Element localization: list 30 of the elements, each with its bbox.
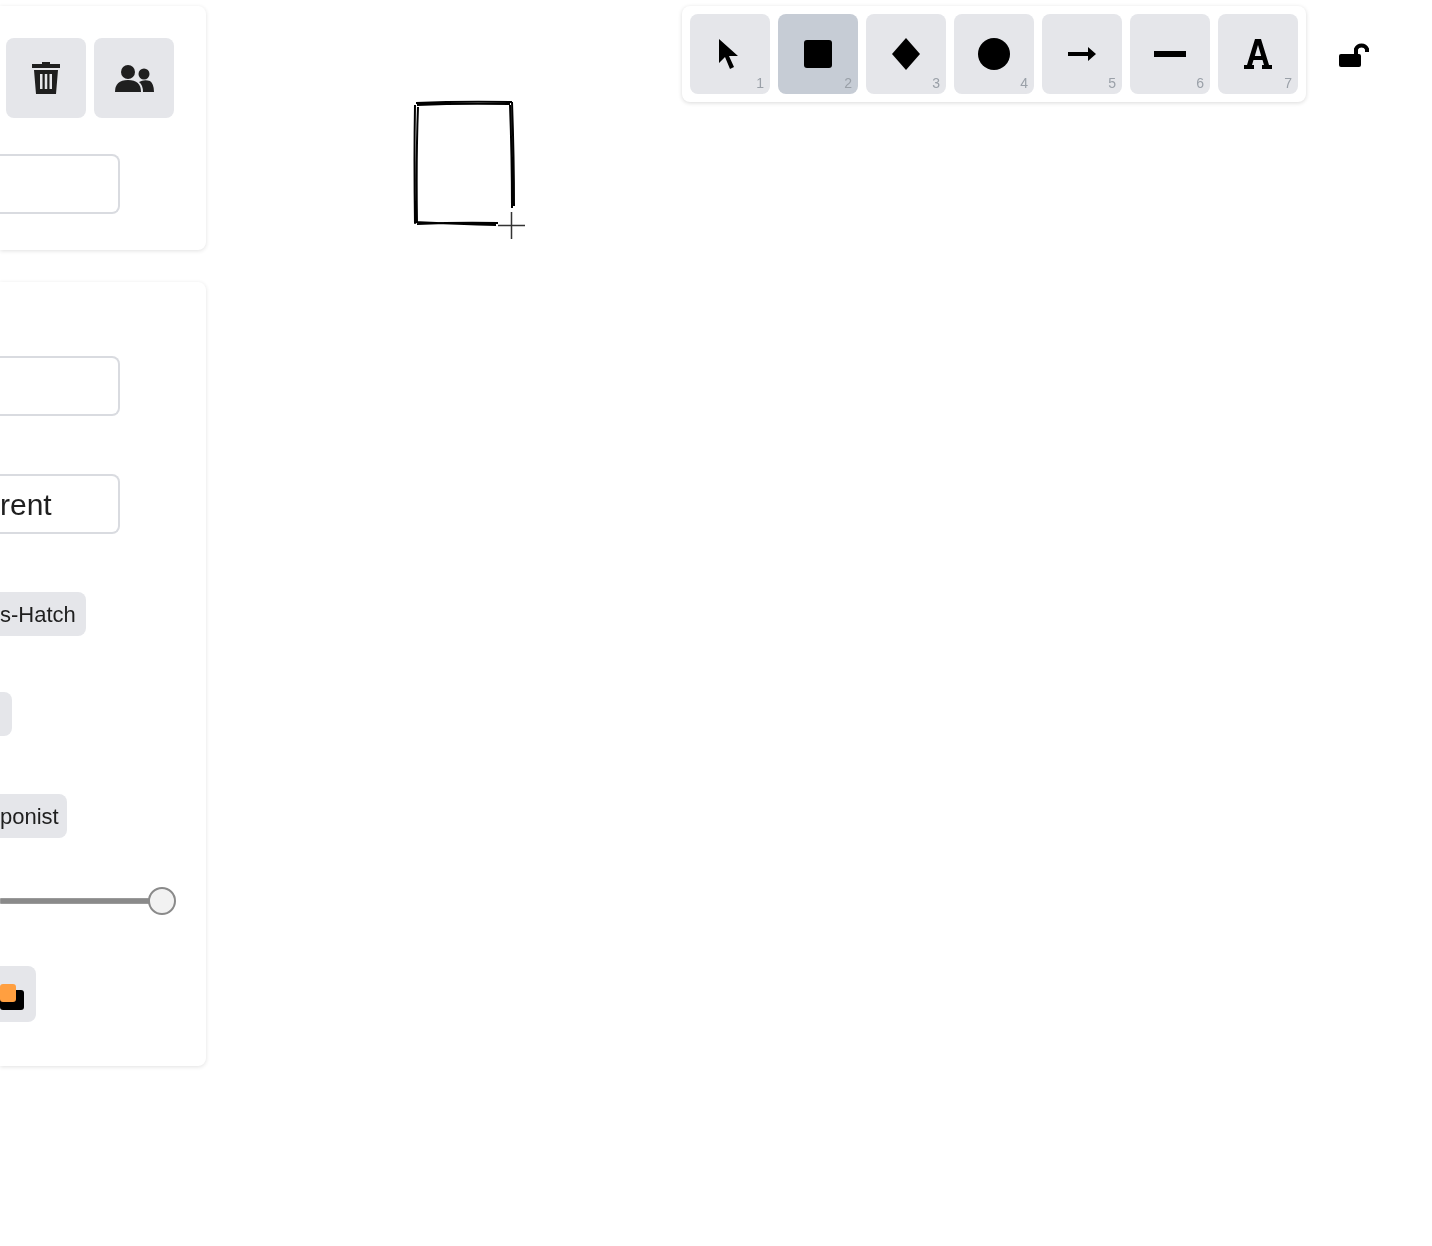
slider-thumb[interactable] xyxy=(148,887,176,915)
input-field[interactable] xyxy=(0,154,120,214)
tool-button[interactable]: 6 xyxy=(1130,14,1210,94)
delete-button[interactable] xyxy=(6,38,86,118)
tool-button[interactable]: 4 xyxy=(954,14,1034,94)
trash-icon xyxy=(32,62,60,94)
shortcut-number: 7 xyxy=(1284,76,1292,90)
layer-button[interactable] xyxy=(0,966,36,1022)
shortcut-number: 3 xyxy=(932,76,940,90)
shortcut-number: 6 xyxy=(1196,76,1204,90)
crosshair-cursor-icon xyxy=(498,212,525,239)
tool-button[interactable]: 1 xyxy=(690,14,770,94)
square-icon xyxy=(804,40,832,68)
users-icon xyxy=(114,64,154,92)
shortcut-number: 4 xyxy=(1020,76,1028,90)
diamond-icon xyxy=(892,38,920,70)
circle-icon xyxy=(978,38,1010,70)
tool-button[interactable]: 3 xyxy=(866,14,946,94)
open-lock-icon xyxy=(1339,40,1369,68)
font-option[interactable]: ponist xyxy=(0,794,67,838)
tool-button[interactable]: 5 xyxy=(1042,14,1122,94)
shortcut-number: 1 xyxy=(756,76,764,90)
letter-icon xyxy=(1244,39,1272,69)
collaborate-button[interactable] xyxy=(94,38,174,118)
arrow-icon xyxy=(1068,47,1096,61)
shortcut-number: 5 xyxy=(1108,76,1116,90)
tool-button[interactable]: 7 xyxy=(1218,14,1298,94)
input-field[interactable] xyxy=(0,356,120,416)
text-field[interactable]: rent xyxy=(0,474,120,534)
fill-style-option[interactable]: s-Hatch xyxy=(0,592,86,636)
